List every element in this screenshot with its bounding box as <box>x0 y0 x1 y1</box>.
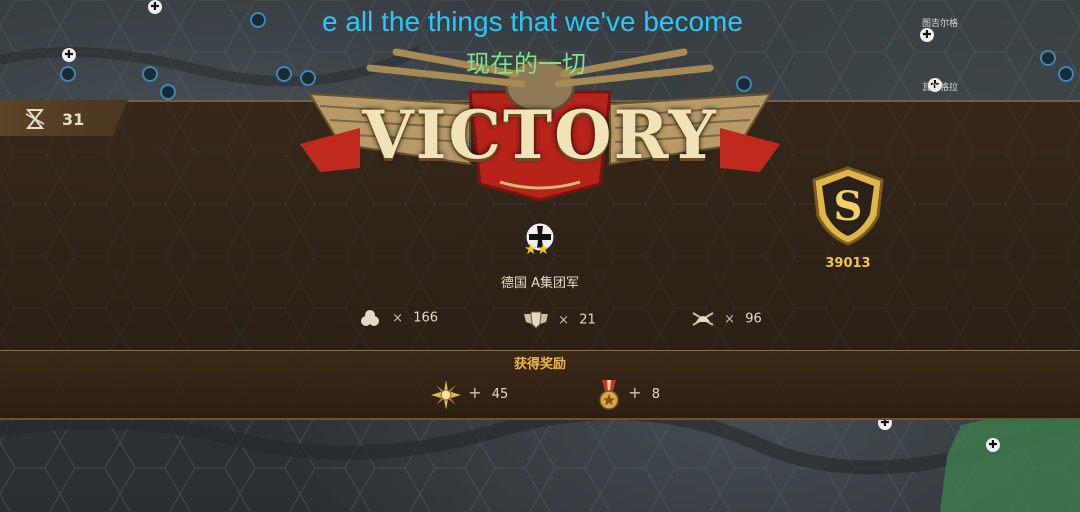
iron-cross-icon[interactable]: ✚ <box>920 28 934 42</box>
reward-value: 8 <box>651 387 660 402</box>
unit-marker[interactable] <box>276 66 292 82</box>
stat-value: 96 <box>745 311 762 327</box>
shield-wings-icon <box>524 311 548 329</box>
unit-marker[interactable] <box>142 66 158 82</box>
map-label: 图吉尔格 <box>922 19 959 29</box>
unit-marker[interactable] <box>160 84 176 100</box>
rank-grade: S <box>834 183 863 230</box>
stat-kills: × 96 <box>690 310 762 330</box>
stat-value: 166 <box>413 310 439 326</box>
unit-marker[interactable] <box>1058 66 1074 82</box>
subtitle-english: e all the things that we've become <box>322 6 743 37</box>
multiply-sign: × <box>558 312 570 328</box>
subtitle-chinese: 现在的一切 <box>466 50 586 78</box>
turn-count: 31 <box>62 110 85 129</box>
victory-title: VICTORY <box>362 96 718 174</box>
map-label: 瓦尔格拉 <box>922 83 959 93</box>
unit-marker[interactable] <box>250 12 266 28</box>
iron-cross-icon[interactable]: ✚ <box>986 438 1000 452</box>
unit-marker[interactable] <box>60 66 76 82</box>
ribbon-medal-icon <box>599 379 619 410</box>
rank-s-badge: S <box>812 166 884 246</box>
stat-value: 21 <box>579 312 596 328</box>
iron-cross-icon[interactable]: ✚ <box>148 0 162 14</box>
resource-icon <box>361 310 379 326</box>
medal-star-icon <box>431 379 461 410</box>
plus-sign: + <box>628 383 642 402</box>
hourglass-icon <box>25 109 45 129</box>
plus-sign: + <box>468 383 482 402</box>
iron-cross-icon[interactable]: ✚ <box>62 48 76 62</box>
unit-marker[interactable] <box>1040 50 1056 66</box>
stat-units: × 21 <box>522 310 596 330</box>
stat-resources: × 166 <box>360 310 438 330</box>
rewards-title: 获得奖励 <box>513 357 566 372</box>
faction-stars: ★★ <box>524 240 550 258</box>
score-value: 39013 <box>825 256 871 271</box>
multiply-sign: × <box>392 310 404 326</box>
helmet-crossed-icon <box>692 312 714 326</box>
reward-medals[interactable]: + 45 <box>430 377 509 410</box>
reward-ribbons[interactable]: + 8 <box>596 377 660 410</box>
reward-value: 45 <box>491 387 509 402</box>
faction-name: 德国 A集团军 <box>500 276 580 291</box>
multiply-sign: × <box>724 311 736 327</box>
